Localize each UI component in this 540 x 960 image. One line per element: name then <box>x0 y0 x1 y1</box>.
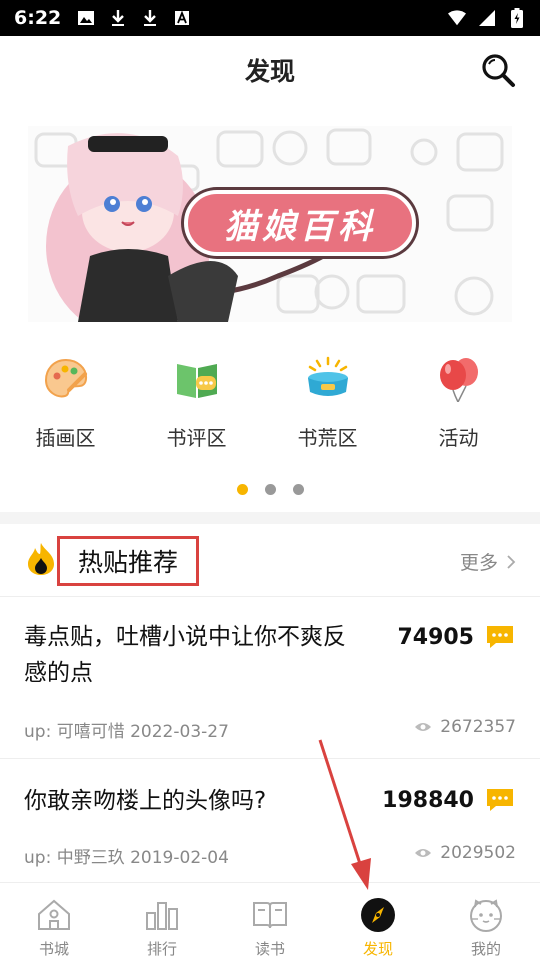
download-icon <box>109 9 127 27</box>
hot-posts-header: 热贴推荐 更多 <box>0 524 540 596</box>
battery-icon <box>508 8 526 28</box>
category-label: 活动 <box>438 426 479 450</box>
open-book-icon <box>252 897 288 933</box>
category-label: 插画区 <box>35 426 96 450</box>
bar-chart-icon <box>144 897 180 933</box>
category-label: 书评区 <box>166 426 227 450</box>
comment-count: 198840 <box>382 788 474 813</box>
palette-icon <box>43 356 89 402</box>
tab-bookstore[interactable]: 书城 <box>0 883 108 960</box>
hot-title-highlight: 热贴推荐 <box>57 536 199 586</box>
tab-label: 我的 <box>470 940 501 958</box>
tab-label: 发现 <box>362 940 393 958</box>
section-title: 热贴推荐 <box>77 548 178 577</box>
post-views: 2029502 <box>414 843 516 863</box>
search-icon[interactable] <box>480 52 516 88</box>
category-illustration[interactable]: 插画区 <box>0 350 131 460</box>
bottom-tab-bar: 书城 排行 读书 发现 我的 <box>0 882 540 960</box>
chevron-right-icon <box>507 554 516 569</box>
house-icon <box>36 897 72 933</box>
image-notification-icon <box>77 9 95 27</box>
page-dot[interactable] <box>292 484 304 495</box>
status-time: 6:22 <box>14 7 62 29</box>
comment-count: 74905 <box>397 625 474 650</box>
compass-icon <box>360 897 396 933</box>
page-dot-active[interactable] <box>236 484 248 495</box>
page-indicator <box>0 484 540 495</box>
cat-face-icon <box>468 897 504 933</box>
signal-icon <box>478 9 496 27</box>
bowl-icon <box>305 356 351 402</box>
more-label: 更多 <box>459 552 498 574</box>
eye-icon <box>415 723 432 731</box>
post-item[interactable]: 毒点贴，吐槽小说中让你不爽反 感的点 74905 up: 可嘻可惜 2022-0… <box>0 596 540 758</box>
top-header: 发现 <box>0 36 540 104</box>
tab-label: 读书 <box>254 940 285 958</box>
fire-icon <box>26 542 56 576</box>
promo-banner[interactable]: 猫娘百科 <box>28 126 512 322</box>
category-book-review[interactable]: 书评区 <box>131 350 262 460</box>
page-title: 发现 <box>244 57 295 86</box>
balloon-icon <box>436 356 482 403</box>
view-count: 2029502 <box>440 843 516 863</box>
tab-discover[interactable]: 发现 <box>324 883 432 960</box>
page-dot[interactable] <box>264 484 276 495</box>
post-views: 2672357 <box>414 717 516 737</box>
post-title-line: 毒点贴，吐槽小说中让你不爽反 <box>24 624 346 650</box>
section-divider <box>0 512 540 524</box>
tab-reading[interactable]: 读书 <box>216 883 324 960</box>
category-events[interactable]: 活动 <box>393 350 524 460</box>
tab-label: 排行 <box>146 940 177 958</box>
post-title-line: 你敢亲吻楼上的头像吗? <box>24 788 267 814</box>
tab-ranking[interactable]: 排行 <box>108 883 216 960</box>
tab-label: 书城 <box>38 940 69 958</box>
category-row: 插画区 书评区 书荒区 活动 <box>0 350 540 460</box>
book-comment-icon <box>174 356 220 402</box>
font-notification-icon <box>173 9 191 27</box>
banner-caption: 猫娘百科 <box>184 190 416 256</box>
more-link[interactable]: 更多 <box>460 548 516 575</box>
post-meta: up: 可嘻可惜 2022-03-27 <box>24 722 229 742</box>
category-label: 书荒区 <box>297 426 358 450</box>
post-title-line: 感的点 <box>24 660 93 686</box>
category-book-request[interactable]: 书荒区 <box>262 350 393 460</box>
post-meta: up: 中野三玖 2019-02-04 <box>24 848 229 868</box>
comment-icon <box>486 788 514 812</box>
eye-icon <box>415 849 432 857</box>
post-item[interactable]: 你敢亲吻楼上的头像吗? 198840 up: 中野三玖 2019-02-04 2… <box>0 758 540 882</box>
status-bar: 6:22 <box>0 0 540 36</box>
wifi-icon <box>448 9 466 27</box>
download-icon <box>141 9 159 27</box>
tab-profile[interactable]: 我的 <box>432 883 540 960</box>
view-count: 2672357 <box>440 717 516 737</box>
comment-icon <box>486 625 514 649</box>
